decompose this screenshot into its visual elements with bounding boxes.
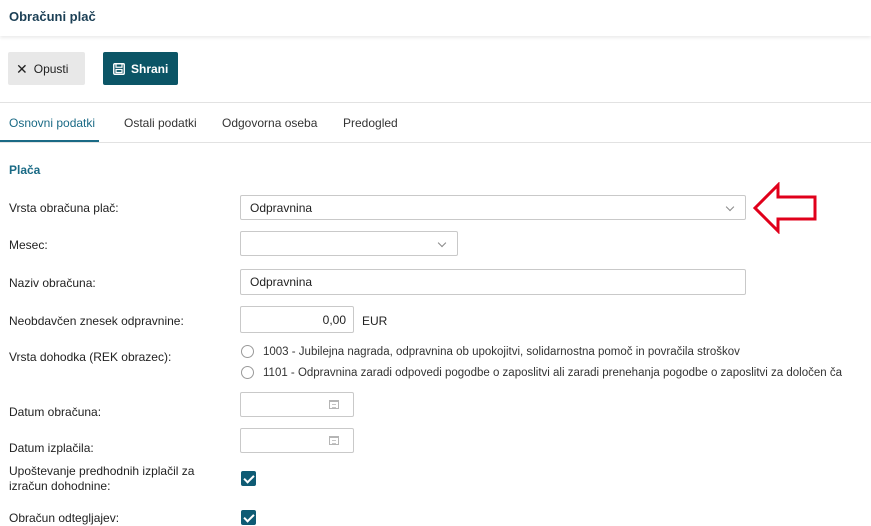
odtegljaji-checkbox[interactable]: [241, 510, 256, 525]
datum-obracuna-input[interactable]: [240, 392, 354, 417]
save-button[interactable]: Shrani: [103, 52, 178, 85]
cancel-button[interactable]: ✕ Opusti: [8, 52, 85, 85]
vrsta-dohodka-option-1101[interactable]: 1101 - Odpravnina zaradi odpovedi pogodb…: [241, 366, 842, 379]
znesek-value: 0,00: [322, 312, 346, 327]
radio-button[interactable]: [241, 366, 254, 379]
page-header: Obračuni plač: [0, 0, 871, 36]
tab-ostali-podatki[interactable]: Ostali podatki: [124, 116, 197, 130]
close-icon: ✕: [16, 60, 28, 77]
vrsta-obracuna-label: Vrsta obračuna plač:: [9, 201, 119, 215]
vrsta-obracuna-value: Odpravnina: [250, 200, 313, 215]
tab-predogled[interactable]: Predogled: [343, 116, 398, 130]
naziv-label: Naziv obračuna:: [9, 276, 96, 290]
naziv-input[interactable]: Odpravnina: [240, 269, 746, 295]
naziv-value: Odpravnina: [250, 275, 313, 289]
chevron-down-icon: [725, 202, 735, 212]
odtegljaji-label: Obračun odtegljajev:: [9, 511, 120, 525]
radio-label: 1003 - Jubilejna nagrada, odpravnina ob …: [263, 345, 740, 358]
page-title: Obračuni plač: [9, 9, 96, 24]
tab-odgovorna-oseba[interactable]: Odgovorna oseba: [222, 116, 317, 130]
tab-osnovni-podatki[interactable]: Osnovni podatki: [9, 116, 95, 130]
tabs-top-divider: [0, 102, 871, 103]
radio-button[interactable]: [241, 345, 254, 358]
save-button-label: Shrani: [131, 61, 169, 76]
upostevanje-label-line1: Upoštevanje predhodnih izplačil za: [9, 464, 195, 478]
mesec-label: Mesec:: [9, 238, 48, 252]
znesek-label: Neobdavčen znesek odpravnine:: [9, 314, 184, 328]
znesek-unit: EUR: [362, 314, 388, 328]
calendar-icon[interactable]: [329, 436, 339, 445]
datum-izplacila-input[interactable]: [240, 428, 354, 453]
vrsta-obracuna-select[interactable]: Odpravnina: [240, 195, 746, 220]
vrsta-dohodka-label: Vrsta dohodka (REK obrazec):: [9, 350, 172, 364]
radio-label: 1101 - Odpravnina zaradi odpovedi pogodb…: [263, 366, 843, 379]
znesek-input[interactable]: 0,00: [240, 306, 354, 333]
cancel-button-label: Opusti: [33, 61, 69, 76]
upostevanje-label: Upoštevanje predhodnih izplačil za izrač…: [9, 464, 194, 494]
mesec-select[interactable]: [240, 231, 458, 256]
upostevanje-label-line2: izračun dohodnine:: [9, 479, 111, 493]
vrsta-dohodka-option-1003[interactable]: 1003 - Jubilejna nagrada, odpravnina ob …: [241, 345, 740, 358]
tabs-bottom-divider: [0, 142, 871, 143]
datum-obracuna-label: Datum obračuna:: [9, 405, 102, 419]
upostevanje-checkbox[interactable]: [241, 471, 256, 486]
calendar-icon[interactable]: [329, 400, 339, 409]
section-title: Plača: [9, 163, 41, 177]
annotation-arrow-icon: [752, 182, 817, 234]
chevron-down-icon: [437, 238, 447, 248]
save-icon: [113, 62, 125, 75]
datum-izplacila-label: Datum izplačila:: [9, 441, 94, 455]
